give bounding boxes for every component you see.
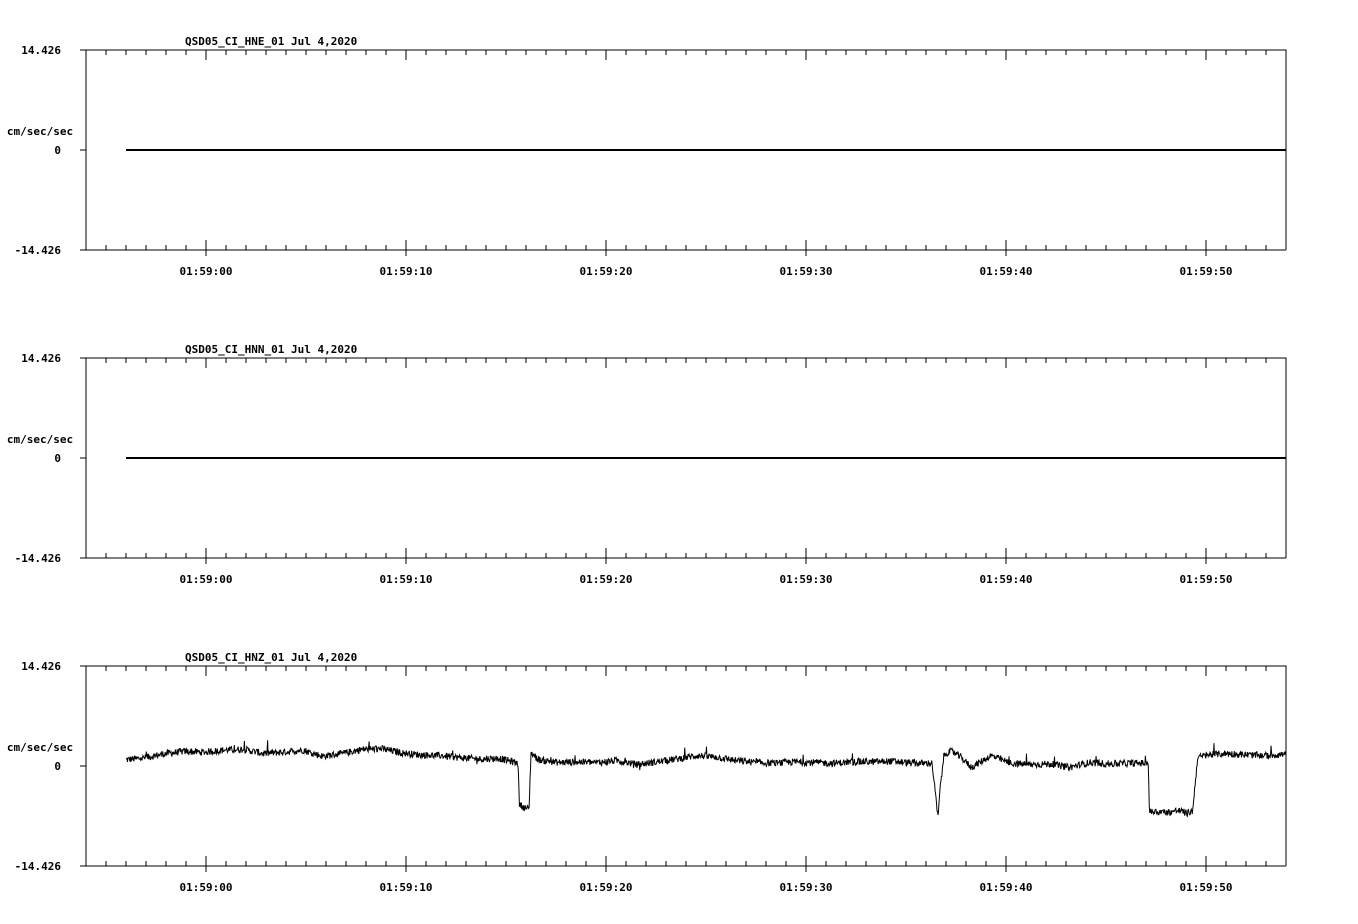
y-tick-label: 0 [54, 144, 61, 157]
x-tick-label: 01:59:00 [180, 573, 233, 586]
x-tick-label: 01:59:30 [780, 881, 833, 894]
x-tick-label: 01:59:30 [780, 265, 833, 278]
panel-title: QSD05_CI_HNZ_01 Jul 4,2020 [185, 651, 357, 664]
x-tick-label: 01:59:20 [580, 573, 633, 586]
panel-2: 14.426 0 -14.426 cm/sec/sec QSD05_CI_HNN_01 … [7, 343, 1287, 586]
x-tick-label: 01:59:10 [380, 881, 433, 894]
x-tick-label: 01:59:40 [980, 881, 1033, 894]
panel-title: QSD05_CI_HNE_01 Jul 4,2020 [185, 35, 357, 48]
x-tick-label: 01:59:20 [580, 265, 633, 278]
y-tick-label: 0 [54, 452, 61, 465]
panel-1: 14.426 0 -14.426 cm/sec/sec QSD05_CI_HNE_01 … [7, 35, 1287, 278]
y-axis-label: cm/sec/sec [7, 433, 73, 446]
x-tick-label: 01:59:50 [1180, 265, 1233, 278]
x-tick-label: 01:59:30 [780, 573, 833, 586]
x-tick-label: 01:59:40 [980, 573, 1033, 586]
x-tick-label: 01:59:10 [380, 265, 433, 278]
y-tick-label: 14.426 [21, 44, 61, 57]
x-tick-label: 01:59:00 [180, 265, 233, 278]
seismogram-figure: 14.426 0 -14.426 cm/sec/sec QSD05_CI_HNE_01 … [7, 35, 1287, 894]
x-tick-label: 01:59:50 [1180, 881, 1233, 894]
y-axis-label: cm/sec/sec [7, 125, 73, 138]
y-tick-label: -14.426 [15, 860, 62, 873]
x-tick-label: 01:59:10 [380, 573, 433, 586]
y-tick-label: 14.426 [21, 660, 61, 673]
y-tick-label: 14.426 [21, 352, 61, 365]
x-tick-label: 01:59:00 [180, 881, 233, 894]
y-tick-label: -14.426 [15, 552, 62, 565]
panel-3: 14.426 0 -14.426 cm/sec/sec QSD05_CI_HNZ_01 … [7, 651, 1287, 894]
y-axis-label: cm/sec/sec [7, 741, 73, 754]
waveform-trace [125, 740, 1287, 818]
y-tick-label: -14.426 [15, 244, 62, 257]
x-tick-label: 01:59:50 [1180, 573, 1233, 586]
panel-title: QSD05_CI_HNN_01 Jul 4,2020 [185, 343, 357, 356]
x-tick-label: 01:59:20 [580, 881, 633, 894]
x-tick-label: 01:59:40 [980, 265, 1033, 278]
y-tick-label: 0 [54, 760, 61, 773]
